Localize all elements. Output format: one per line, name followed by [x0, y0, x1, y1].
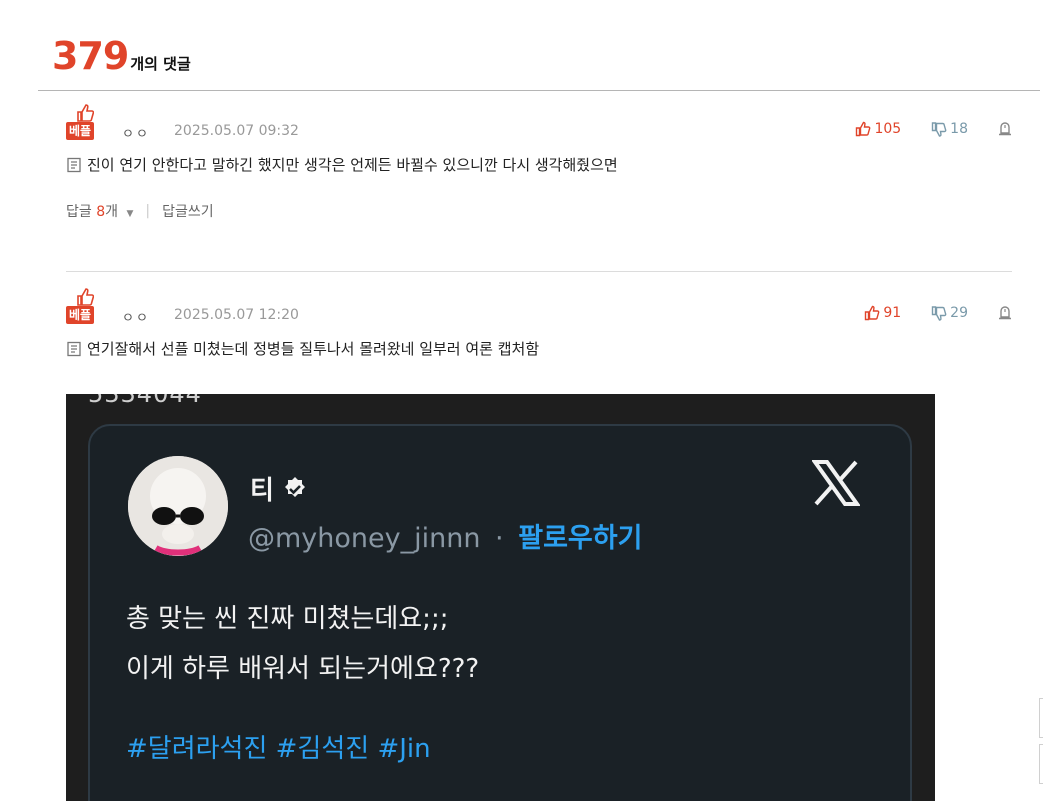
avatar	[128, 456, 228, 556]
comment-text: 연기잘해서 선플 미쳤는데 정병들 질투나서 몰려왔네 일부러 여론 캡처함	[87, 340, 540, 358]
follow-link: 팔로우하기	[518, 523, 643, 554]
tweet-handle-row: @myhoney_jinnn · 팔로우하기	[248, 516, 642, 555]
comment-text-row: 연기잘해서 선플 미쳤는데 정병들 질투나서 몰려왔네 일부러 여론 캡처함	[66, 338, 1012, 359]
reply-count: 8	[96, 204, 106, 220]
comment-date: 2025.05.07 09:32	[174, 123, 299, 139]
side-tab[interactable]	[1039, 744, 1043, 784]
comment-count-suffix: 개의 댓글	[130, 55, 191, 73]
best-badge-label: 베플	[66, 122, 95, 140]
x-logo-icon	[812, 460, 860, 506]
report-icon	[999, 122, 1011, 136]
comment-item: 베플 ㅇㅇ 2025.05.07 12:20 91 29 연기잘해서 선플 미쳤…	[66, 288, 1012, 359]
handle-dot: ·	[495, 523, 504, 554]
thumbs-up-icon	[77, 288, 94, 306]
report-button[interactable]	[998, 306, 1012, 320]
comment-divider	[66, 271, 1012, 272]
thumbs-down-icon	[931, 306, 947, 321]
document-icon	[67, 157, 81, 172]
comment-text-row: 진이 연기 안한다고 말하긴 했지만 생각은 언제든 바뀔수 있으니깐 다시 생…	[66, 154, 1012, 175]
verified-icon	[284, 476, 305, 497]
caret-down-icon: ▼	[126, 209, 134, 219]
comment-date: 2025.05.07 12:20	[174, 307, 299, 323]
report-icon	[999, 306, 1011, 320]
comment-item: 베플 ㅇㅇ 2025.05.07 09:32 105 18 진이 연기 안한다고…	[66, 104, 1012, 221]
thumbs-up-icon	[865, 305, 880, 321]
document-icon	[67, 341, 81, 356]
side-tab[interactable]	[1039, 698, 1043, 738]
comment-meta: 베플 ㅇㅇ 2025.05.07 09:32 105 18	[66, 104, 1012, 148]
upvote-count: 105	[874, 121, 902, 137]
comment-text: 진이 연기 안한다고 말하긴 했지만 생각은 언제든 바뀔수 있으니깐 다시 생…	[87, 156, 618, 174]
comments-header: 379 개의 댓글	[52, 34, 191, 78]
vote-controls: 105 18	[855, 121, 1012, 137]
upvote-button[interactable]: 91	[864, 305, 901, 321]
thumbs-down-icon	[931, 122, 947, 137]
comment-image[interactable]: 5334044 티 @myhoney_jinnn · 팔로우하기 총 맞는 씬 …	[66, 394, 935, 801]
report-button[interactable]	[998, 122, 1012, 136]
tweet-card: 티 @myhoney_jinnn · 팔로우하기 총 맞는 씬 진짜 미쳤는데요…	[88, 424, 912, 801]
reply-unit: 개	[105, 204, 119, 220]
write-reply-link[interactable]: 답글쓰기	[162, 201, 214, 221]
reply-label: 답글	[66, 204, 92, 220]
header-divider	[38, 90, 1040, 91]
reply-separator: |	[145, 203, 151, 219]
tweet-author-name: 티	[250, 470, 308, 507]
downvote-button[interactable]: 18	[931, 121, 968, 137]
tweet-text-line-2: 이게 하루 배워서 되는거에요???	[126, 654, 480, 684]
comment-author[interactable]: ㅇㅇ	[122, 123, 150, 142]
downvote-count: 18	[950, 121, 968, 137]
comment-author[interactable]: ㅇㅇ	[122, 307, 150, 326]
thumbs-up-icon	[856, 121, 871, 137]
replies-toggle[interactable]: 답글 8개 ▼	[66, 201, 133, 221]
tweet-handle: @myhoney_jinnn	[248, 523, 481, 554]
author-name-text: 티	[250, 476, 274, 506]
downvote-count: 29	[950, 305, 968, 321]
tweet-hashtags: #달려라석진 #김석진 #Jin	[126, 734, 431, 764]
vote-controls: 91 29	[864, 305, 1012, 321]
best-badge-label: 베플	[66, 306, 95, 324]
image-top-text: 5334044	[88, 394, 202, 408]
tweet-text-line-1: 총 맞는 씬 진짜 미쳤는데요;;;	[126, 604, 449, 634]
thumbs-up-icon	[77, 104, 94, 122]
reply-row: 답글 8개 ▼ | 답글쓰기	[66, 201, 1012, 221]
downvote-button[interactable]: 29	[931, 305, 968, 321]
comment-meta: 베플 ㅇㅇ 2025.05.07 12:20 91 29	[66, 288, 1012, 332]
comment-count: 379	[52, 34, 129, 78]
upvote-count: 91	[883, 305, 902, 321]
upvote-button[interactable]: 105	[855, 121, 901, 137]
avatar-image	[128, 456, 228, 556]
